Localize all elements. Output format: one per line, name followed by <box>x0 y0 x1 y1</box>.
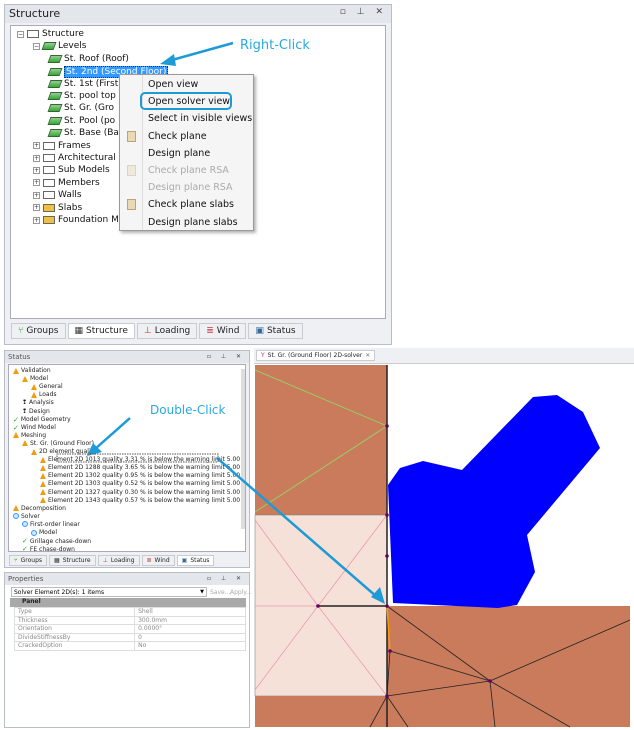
double-click-annotation: Double-Click <box>150 403 226 417</box>
solver-view-canvas[interactable] <box>0 0 634 730</box>
highlighted-element <box>388 395 600 608</box>
slab-upper <box>255 365 387 515</box>
double-click-selection <box>56 453 219 463</box>
right-click-annotation: Right-Click <box>240 38 310 53</box>
slab-lower-right <box>387 606 630 727</box>
slab-lower-left <box>255 696 387 727</box>
